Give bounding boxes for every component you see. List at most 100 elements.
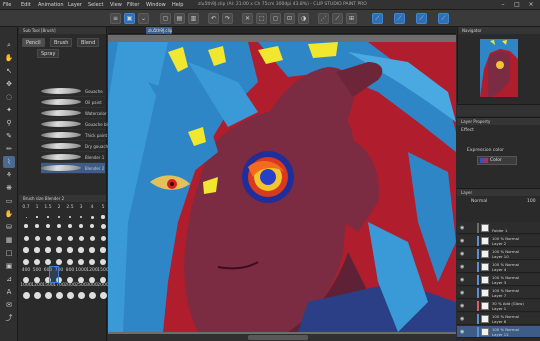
tab-brush[interactable]: Brush bbox=[50, 38, 73, 47]
pressure-icon[interactable]: ⟋ bbox=[416, 13, 427, 24]
opacity-value[interactable]: 100 bbox=[527, 199, 536, 204]
brush-size-dot[interactable] bbox=[45, 247, 51, 253]
brush-size-dot[interactable] bbox=[101, 215, 105, 219]
brush-size-dot[interactable] bbox=[89, 259, 95, 265]
brush-item[interactable]: Watercolor bbox=[39, 108, 107, 119]
eye-icon[interactable]: ◉ bbox=[460, 225, 466, 231]
menu-filter[interactable]: Filter bbox=[127, 2, 139, 8]
brush-size-dot[interactable] bbox=[68, 215, 72, 219]
eye-icon[interactable]: ◉ bbox=[460, 277, 466, 283]
brush-item[interactable]: Gouache bbox=[39, 86, 105, 97]
deselect-icon[interactable]: ◻ bbox=[270, 13, 281, 24]
layer-row[interactable]: ◉ 100 % Normal Layer 12 bbox=[457, 326, 540, 338]
brush-size-dot[interactable] bbox=[79, 215, 83, 219]
correct-line-icon[interactable]: ⤴ bbox=[3, 312, 15, 324]
text-icon[interactable]: A bbox=[3, 286, 15, 298]
brush-size-dot[interactable] bbox=[34, 235, 40, 241]
tab-pencil[interactable]: Pencil bbox=[22, 38, 45, 47]
brush-size-dot[interactable] bbox=[58, 216, 60, 218]
eyedropper-icon[interactable]: ⚲ bbox=[3, 117, 15, 129]
brush-icon[interactable]: ⌇ bbox=[3, 156, 15, 168]
redo-icon[interactable]: ↷ bbox=[222, 13, 233, 24]
eye-icon[interactable]: ◉ bbox=[460, 238, 466, 244]
lasso-icon[interactable]: ◌ bbox=[3, 91, 15, 103]
close-icon[interactable]: × bbox=[524, 1, 538, 9]
brush-size-dot[interactable] bbox=[36, 216, 38, 218]
layer-row[interactable]: ◉ 30 % Add (Glow) Layer 1 bbox=[457, 300, 540, 312]
brush-item[interactable]: Oil paint bbox=[39, 97, 105, 108]
menu-layer[interactable]: Layer bbox=[68, 2, 82, 8]
brush-size-dot[interactable] bbox=[100, 259, 106, 265]
menu-edit[interactable]: Edit bbox=[21, 2, 31, 8]
brush-size-dot[interactable] bbox=[78, 259, 84, 265]
brush-item-selected[interactable]: Blender 2 bbox=[39, 163, 105, 174]
brush-size-dot[interactable] bbox=[23, 259, 29, 265]
operation-icon[interactable]: ↖ bbox=[3, 65, 15, 77]
snap-ruler-icon[interactable]: ⟋ bbox=[332, 13, 343, 24]
eye-icon[interactable]: ◉ bbox=[460, 303, 466, 309]
hand-icon[interactable]: ✋ bbox=[3, 52, 15, 64]
eye-icon[interactable]: ◉ bbox=[460, 251, 466, 257]
brush-item[interactable]: Dry gouache bbox=[39, 141, 111, 152]
brush-size-dot[interactable] bbox=[23, 235, 29, 241]
menu-file[interactable]: File bbox=[3, 2, 11, 8]
brush-size-dot[interactable] bbox=[78, 247, 84, 253]
ruler-icon[interactable]: ⊿ bbox=[3, 273, 15, 285]
brush-size-dot[interactable] bbox=[100, 235, 106, 241]
blend-icon[interactable]: ✋ bbox=[3, 208, 15, 220]
horizontal-scrollbar[interactable] bbox=[108, 334, 456, 341]
menu-help[interactable]: Help bbox=[172, 2, 183, 8]
expression-color-select[interactable]: Color bbox=[477, 156, 517, 165]
brush-item[interactable]: Thick paint bbox=[39, 130, 107, 141]
brush-size-dot[interactable] bbox=[56, 259, 62, 265]
transform-icon[interactable]: ⬚ bbox=[256, 13, 267, 24]
menu-view[interactable]: View bbox=[110, 2, 122, 8]
pen-settings-icon[interactable]: ⟋ bbox=[372, 13, 383, 24]
brush-size-dot[interactable] bbox=[25, 216, 27, 218]
brush-size-dot[interactable] bbox=[44, 291, 52, 299]
brush-size-dot[interactable] bbox=[46, 224, 50, 228]
brush-size-dot[interactable] bbox=[67, 223, 73, 229]
layer-row[interactable]: ◉ 100 % Normal Layer 6 bbox=[457, 313, 540, 325]
pencil-icon[interactable]: ✏ bbox=[3, 143, 15, 155]
clear-icon[interactable]: ✕ bbox=[242, 13, 253, 24]
brush-size-dot[interactable] bbox=[78, 223, 84, 229]
brush-size-dot[interactable] bbox=[90, 215, 94, 219]
layer-row[interactable]: ◉ 100 % Normal Layer 2 bbox=[457, 235, 540, 247]
brush-size-dot[interactable] bbox=[67, 259, 73, 265]
brush-size-dot[interactable] bbox=[35, 224, 39, 228]
balloon-icon[interactable]: ✉ bbox=[3, 299, 15, 311]
decoration-icon[interactable]: ❋ bbox=[3, 182, 15, 194]
brush-size-dot[interactable] bbox=[77, 291, 85, 299]
eye-icon[interactable]: ◉ bbox=[460, 329, 466, 335]
layer-row[interactable]: ◉ 100 % Normal Layer 4 bbox=[457, 261, 540, 273]
brush-size-dot[interactable] bbox=[56, 235, 62, 241]
brush-size-dot[interactable] bbox=[45, 235, 51, 241]
snap-grid-icon[interactable]: ⊞ bbox=[346, 13, 357, 24]
chevron-down-icon[interactable]: ⌄ bbox=[138, 13, 149, 24]
scroll-thumb[interactable] bbox=[248, 335, 308, 340]
eye-icon[interactable]: ◉ bbox=[460, 290, 466, 296]
brush-size-dot[interactable] bbox=[24, 224, 28, 228]
wand-icon[interactable]: ✦ bbox=[3, 104, 15, 116]
zoom-icon[interactable]: ⌕ bbox=[3, 39, 15, 51]
brush-size-dot[interactable] bbox=[88, 291, 96, 299]
layer-row[interactable]: ◉ 100 % Normal Layer 10 bbox=[457, 248, 540, 260]
frame-icon[interactable]: ▣ bbox=[3, 260, 15, 272]
brush-size-dot[interactable] bbox=[89, 223, 95, 229]
brush-size-dot[interactable] bbox=[22, 291, 30, 299]
brush-size-dot[interactable] bbox=[45, 259, 51, 265]
navigator-preview[interactable] bbox=[480, 39, 518, 97]
brush-size-dot[interactable] bbox=[67, 235, 73, 241]
open-file-icon[interactable]: ▤ bbox=[174, 13, 185, 24]
menu-animation[interactable]: Animation bbox=[38, 2, 64, 8]
brush-item[interactable]: Blender 1 bbox=[39, 152, 105, 163]
minimize-icon[interactable]: – bbox=[496, 1, 510, 9]
new-file-icon[interactable]: ▢ bbox=[160, 13, 171, 24]
brush-size-dot[interactable] bbox=[89, 247, 95, 253]
brush-size-dot[interactable] bbox=[33, 291, 41, 299]
pen-icon[interactable]: ✎ bbox=[3, 130, 15, 142]
brush-size-dot[interactable] bbox=[55, 291, 63, 299]
brush-size-dot[interactable] bbox=[100, 247, 106, 253]
brush-item[interactable]: Gouache blend bbox=[39, 119, 115, 130]
